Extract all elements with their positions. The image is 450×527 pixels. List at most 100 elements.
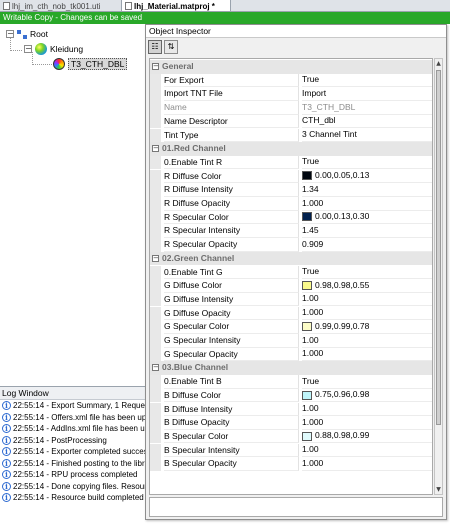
- property-category[interactable]: −01.Red Channel: [150, 142, 432, 156]
- property-row[interactable]: 0.Enable Tint R True: [150, 155, 432, 170]
- property-value[interactable]: 0.00,0.13,0.30: [302, 211, 432, 225]
- color-swatch[interactable]: [302, 390, 312, 400]
- property-value[interactable]: 1.000: [302, 457, 432, 471]
- categorized-view-button[interactable]: ☷: [148, 40, 162, 54]
- property-value[interactable]: 0.00,0.05,0.13: [302, 170, 432, 184]
- log-entry[interactable]: i22:55:14 - Offers.xml file has been upl…: [0, 412, 146, 424]
- scroll-down-icon[interactable]: ▼: [435, 485, 442, 494]
- property-value[interactable]: True: [302, 266, 432, 279]
- log-entry[interactable]: i22:55:14 - Exporter completed successfu…: [0, 446, 146, 458]
- color-swatch[interactable]: [302, 280, 312, 290]
- row-gutter: [150, 334, 161, 348]
- tree-node-kleidung[interactable]: − Kleidung: [24, 42, 83, 55]
- collapse-icon[interactable]: −: [152, 364, 159, 372]
- log-entry-text: 22:55:14 - Offers.xml file has been uplo…: [13, 412, 146, 422]
- color-swatch[interactable]: [302, 431, 312, 441]
- property-value[interactable]: 1.00: [302, 444, 432, 458]
- log-entry[interactable]: i 22:55:14 - Export Summary, 1 Request: [0, 400, 146, 412]
- property-category[interactable]: − General: [150, 60, 432, 74]
- property-row[interactable]: For Export True: [150, 73, 432, 88]
- property-row[interactable]: G Diffuse Color 0.98,0.98,0.55: [150, 279, 432, 293]
- property-row[interactable]: G Specular Opacity 1.000: [150, 347, 432, 362]
- property-value-text: 1.00: [302, 334, 319, 345]
- property-category[interactable]: −02.Green Channel: [150, 251, 432, 266]
- property-row[interactable]: 0.Enable Tint G True: [150, 265, 432, 279]
- tree-node-t3-cth-dbl[interactable]: T3_CTH_DBL: [53, 57, 128, 70]
- property-value[interactable]: Import: [302, 87, 432, 101]
- property-value[interactable]: 0.75,0.96,0.98: [302, 389, 432, 403]
- property-value[interactable]: 1.00: [302, 403, 432, 416]
- property-row[interactable]: G Diffuse Intensity 1.00: [150, 292, 432, 307]
- property-grid-scrollbar[interactable]: ▲ ▼: [434, 58, 443, 495]
- property-category[interactable]: −03.Blue Channel: [150, 361, 432, 375]
- scrollbar-thumb[interactable]: [436, 70, 441, 425]
- property-row[interactable]: Name T3_CTH_DBL: [150, 101, 432, 115]
- property-value[interactable]: 1.00: [302, 334, 432, 348]
- property-value[interactable]: 1.000: [302, 197, 432, 211]
- property-value[interactable]: 1.34: [302, 183, 432, 197]
- property-row[interactable]: R Diffuse Opacity 1.000: [150, 197, 432, 211]
- property-value[interactable]: 3 Channel Tint: [302, 129, 432, 142]
- log-entry[interactable]: i22:55:14 - AddIns.xml file has been upl…: [0, 423, 146, 435]
- property-row[interactable]: G Specular Color 0.99,0.99,0.78: [150, 320, 432, 334]
- property-name: R Specular Opacity: [164, 238, 299, 252]
- property-row[interactable]: B Diffuse Color 0.75,0.96,0.98: [150, 388, 432, 403]
- property-value[interactable]: True: [302, 74, 432, 88]
- log-entry[interactable]: i 22:55:14 - PostProcessing: [0, 435, 146, 447]
- scroll-up-icon[interactable]: ▲: [435, 59, 442, 68]
- property-value-text: 0.909: [302, 238, 324, 249]
- property-value[interactable]: T3_CTH_DBL: [302, 101, 432, 115]
- property-row[interactable]: R Diffuse Intensity 1.34: [150, 183, 432, 197]
- property-row[interactable]: B Specular Opacity 1.000: [150, 457, 432, 471]
- property-value[interactable]: True: [302, 375, 432, 389]
- color-swatch[interactable]: [302, 171, 312, 181]
- property-row[interactable]: R Specular Intensity 1.45: [150, 224, 432, 238]
- property-row[interactable]: B Specular Color 0.88,0.98,0.99: [150, 429, 432, 444]
- property-value[interactable]: 0.99,0.99,0.78: [302, 320, 432, 334]
- collapse-icon[interactable]: −: [152, 63, 159, 70]
- property-row[interactable]: B Diffuse Intensity 1.00: [150, 402, 432, 416]
- property-row[interactable]: Tint Type 3 Channel Tint: [150, 128, 432, 142]
- property-row[interactable]: 0.Enable Tint B True: [150, 375, 432, 389]
- collapse-icon[interactable]: −: [6, 29, 14, 38]
- log-entry[interactable]: i 22:55:14 - Resource build completed: [0, 492, 146, 504]
- log-entry[interactable]: i 22:55:14 - Done copying files. Resource…: [0, 481, 146, 493]
- color-swatch[interactable]: [302, 212, 312, 222]
- property-value[interactable]: 0.88,0.98,0.99: [302, 430, 432, 444]
- property-name: Import TNT File: [164, 87, 299, 101]
- color-swatch[interactable]: [302, 322, 312, 332]
- property-row[interactable]: R Specular Opacity 0.909: [150, 238, 432, 252]
- property-value[interactable]: 1.00: [302, 293, 432, 307]
- collapse-icon[interactable]: −: [152, 254, 159, 262]
- property-value[interactable]: CTH_dbl: [302, 115, 432, 129]
- collapse-icon[interactable]: −: [24, 44, 32, 53]
- property-value[interactable]: 0.98,0.98,0.55: [302, 279, 432, 293]
- property-row[interactable]: R Diffuse Color 0.00,0.05,0.13: [150, 169, 432, 184]
- property-row[interactable]: Import TNT File Import: [150, 87, 432, 101]
- collapse-icon[interactable]: −: [152, 145, 159, 153]
- tree-node-root[interactable]: − Root: [6, 27, 48, 40]
- property-value[interactable]: True: [302, 156, 432, 170]
- property-value[interactable]: 1.000: [302, 307, 432, 321]
- log-entry[interactable]: i 22:55:14 - RPU process completed: [0, 469, 146, 481]
- alphabetical-sort-button[interactable]: ⇅: [164, 40, 178, 54]
- property-row[interactable]: B Diffuse Opacity 1.000: [150, 416, 432, 430]
- log-entry[interactable]: i 22:55:14 - Finished posting to the libr…: [0, 458, 146, 470]
- property-row[interactable]: Name Descriptor CTH_dbl: [150, 114, 432, 129]
- row-gutter: [150, 210, 161, 225]
- property-value[interactable]: 1.000: [302, 348, 432, 362]
- log-entry-text: 22:55:14 - Finished posting to the libra…: [13, 458, 146, 468]
- property-name: B Specular Intensity: [164, 443, 299, 458]
- property-value-text: 1.00: [302, 444, 319, 455]
- tab-material-project[interactable]: lhj_Material.matproj *: [121, 0, 231, 11]
- property-row[interactable]: G Specular Intensity 1.00: [150, 334, 432, 348]
- property-value[interactable]: 1.45: [302, 224, 432, 238]
- property-row[interactable]: G Diffuse Opacity 1.000: [150, 306, 432, 321]
- property-value-text: 1.34: [302, 183, 319, 194]
- property-value[interactable]: 1.000: [302, 416, 432, 430]
- tab-uti-file[interactable]: lhj_im_cth_nob_tk001.uti: [0, 0, 120, 11]
- property-row[interactable]: R Specular Color 0.00,0.13,0.30: [150, 210, 432, 225]
- property-row[interactable]: B Specular Intensity 1.00: [150, 443, 432, 458]
- writable-status-bar: Writable Copy - Changes can be saved: [0, 12, 450, 24]
- property-value[interactable]: 0.909: [302, 238, 432, 252]
